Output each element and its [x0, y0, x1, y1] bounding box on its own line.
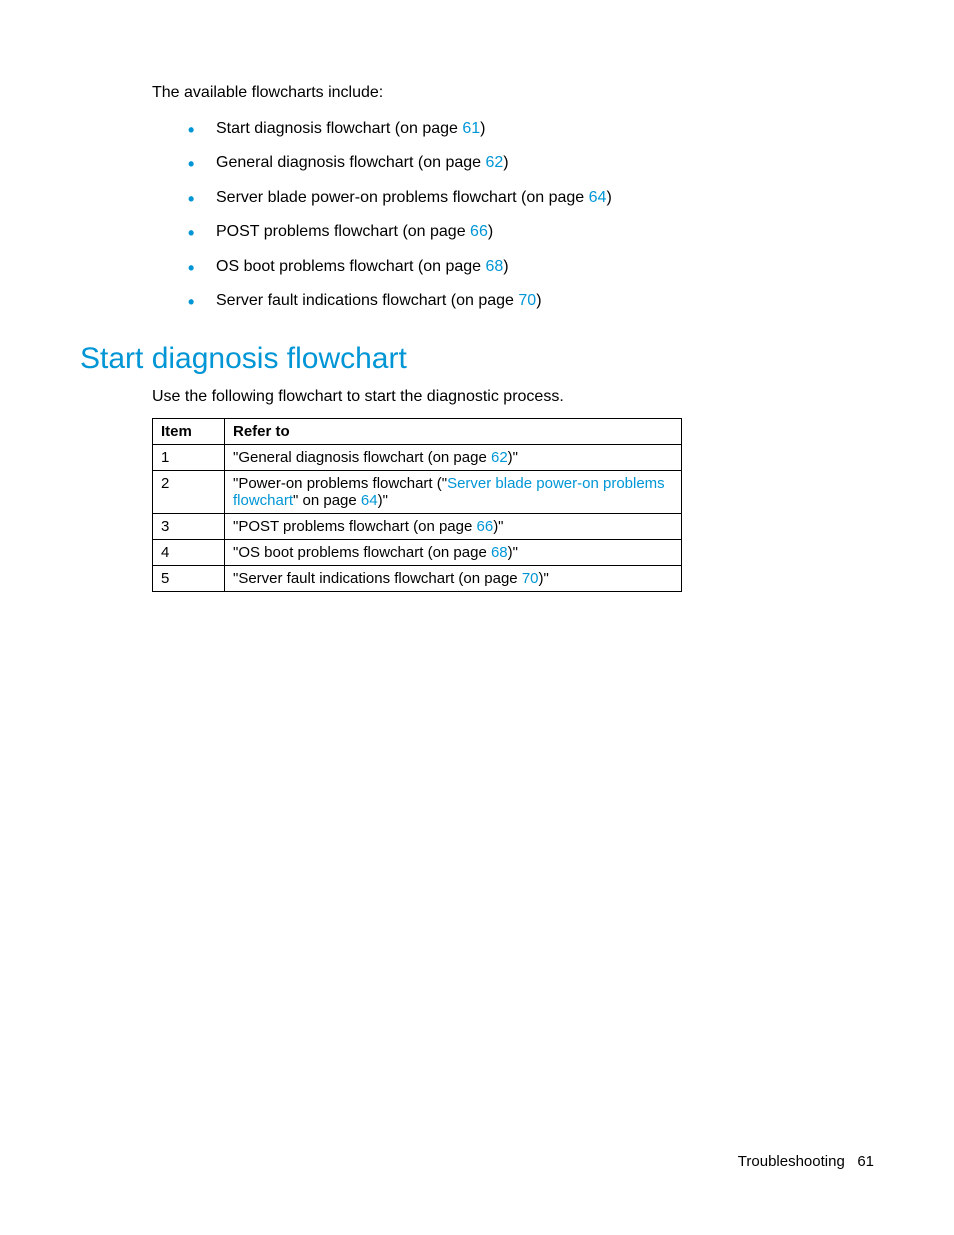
page-link[interactable]: 70: [522, 570, 539, 587]
list-item-prefix: General diagnosis flowchart (on page: [216, 154, 486, 171]
table-cell-refer: "General diagnosis flowchart (on page 62…: [225, 445, 682, 471]
list-item-prefix: Server fault indications flowchart (on p…: [216, 292, 518, 309]
list-item: Start diagnosis flowchart (on page 61): [188, 118, 874, 140]
table-cell-item: 4: [153, 540, 225, 566]
page-link[interactable]: 68: [485, 258, 503, 275]
table-cell-item: 2: [153, 471, 225, 514]
footer-section: Troubleshooting: [738, 1153, 845, 1170]
page-link[interactable]: 68: [491, 544, 508, 561]
list-item-prefix: POST problems flowchart (on page: [216, 223, 470, 240]
page-link[interactable]: 61: [462, 120, 480, 137]
list-item-suffix: ): [488, 223, 493, 240]
table-row: 4 "OS boot problems flowchart (on page 6…: [153, 540, 682, 566]
page-link[interactable]: 66: [470, 223, 488, 240]
list-item: POST problems flowchart (on page 66): [188, 221, 874, 243]
table-row: 5 "Server fault indications flowchart (o…: [153, 566, 682, 592]
table-cell-refer: "OS boot problems flowchart (on page 68)…: [225, 540, 682, 566]
list-item-prefix: Start diagnosis flowchart (on page: [216, 120, 462, 137]
section-subtext: Use the following flowchart to start the…: [152, 388, 874, 406]
list-item-suffix: ): [503, 154, 508, 171]
table-header-refer: Refer to: [225, 419, 682, 445]
list-item: Server blade power-on problems flowchart…: [188, 187, 874, 209]
footer-page-number: 61: [857, 1153, 874, 1170]
list-item-suffix: ): [503, 258, 508, 275]
table-body: 1 "General diagnosis flowchart (on page …: [153, 445, 682, 592]
table-cell-item: 1: [153, 445, 225, 471]
list-item-suffix: ): [536, 292, 541, 309]
list-item-suffix: ): [480, 120, 485, 137]
page-link[interactable]: 62: [491, 449, 508, 466]
page-link[interactable]: 70: [518, 292, 536, 309]
list-item: Server fault indications flowchart (on p…: [188, 290, 874, 312]
table-header-item: Item: [153, 419, 225, 445]
table-row: 2 "Power-on problems flowchart ("Server …: [153, 471, 682, 514]
page-link[interactable]: 66: [477, 518, 494, 535]
table-cell-refer: "Power-on problems flowchart ("Server bl…: [225, 471, 682, 514]
section-heading: Start diagnosis flowchart: [80, 342, 874, 376]
flowchart-list: Start diagnosis flowchart (on page 61) G…: [188, 118, 874, 312]
list-item: General diagnosis flowchart (on page 62): [188, 152, 874, 174]
list-item-prefix: Server blade power-on problems flowchart…: [216, 189, 589, 206]
page-link[interactable]: 64: [361, 492, 378, 509]
page-footer: Troubleshooting 61: [738, 1153, 874, 1170]
reference-table: Item Refer to 1 "General diagnosis flowc…: [152, 418, 682, 592]
page-link[interactable]: 64: [589, 189, 607, 206]
table-row: 1 "General diagnosis flowchart (on page …: [153, 445, 682, 471]
list-item-suffix: ): [606, 189, 611, 206]
table-row: 3 "POST problems flowchart (on page 66)": [153, 514, 682, 540]
list-item: OS boot problems flowchart (on page 68): [188, 256, 874, 278]
table-cell-refer: "Server fault indications flowchart (on …: [225, 566, 682, 592]
list-item-prefix: OS boot problems flowchart (on page: [216, 258, 485, 275]
table-cell-item: 3: [153, 514, 225, 540]
table-cell-refer: "POST problems flowchart (on page 66)": [225, 514, 682, 540]
page-link[interactable]: 62: [486, 154, 504, 171]
intro-text: The available flowcharts include:: [152, 84, 874, 102]
table-cell-item: 5: [153, 566, 225, 592]
